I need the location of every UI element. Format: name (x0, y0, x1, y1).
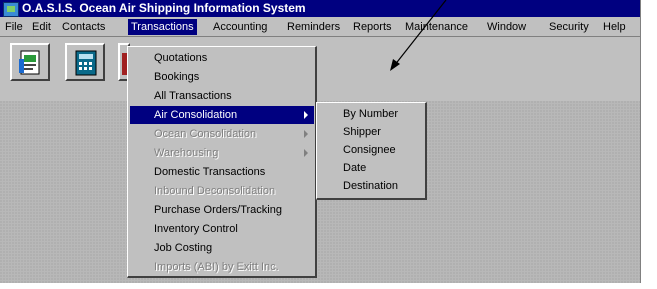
submenu-arrow-icon (304, 149, 308, 157)
menu-item-ocean-consolidation: Ocean Consolidation (130, 125, 314, 143)
menu-item-purchase-orders[interactable]: Purchase Orders/Tracking (130, 201, 314, 219)
air-consolidation-submenu: By Number Shipper Consignee Date Destina… (316, 102, 427, 200)
menu-item-quotations[interactable]: Quotations (130, 49, 314, 67)
menu-item-inbound-deconsolidation: Inbound Deconsolidation (154, 185, 276, 197)
menu-bar: File Edit Contacts Transactions Accounti… (0, 18, 640, 37)
transactions-menu: Quotations Bookings All Transactions Air… (127, 46, 317, 278)
menu-help[interactable]: Help (600, 19, 629, 35)
menu-maintenance[interactable]: Maintenance (402, 19, 471, 35)
submenu-arrow-icon (304, 130, 308, 138)
menu-item-air-consolidation[interactable]: Air Consolidation (130, 106, 314, 124)
submenu-item-by-number[interactable]: By Number (319, 105, 424, 123)
submenu-item-consignee[interactable]: Consignee (319, 141, 424, 159)
menu-item-warehousing: Warehousing (130, 144, 314, 162)
menu-item-domestic-transactions[interactable]: Domestic Transactions (130, 163, 314, 181)
submenu-arrow-icon (304, 111, 308, 119)
app-icon[interactable] (3, 2, 19, 17)
window-title: O.A.S.I.S. Ocean Air Shipping Informatio… (22, 1, 306, 15)
menu-file[interactable]: File (2, 19, 26, 35)
toolbar (0, 37, 640, 101)
menu-security[interactable]: Security (546, 19, 592, 35)
menu-item-imports-abi: Imports (ABI) by Exitt Inc. (154, 261, 279, 273)
menu-accounting[interactable]: Accounting (210, 19, 270, 35)
document-icon (19, 50, 40, 75)
submenu-item-shipper[interactable]: Shipper (319, 123, 424, 141)
title-bar[interactable]: O.A.S.I.S. Ocean Air Shipping Informatio… (0, 0, 640, 17)
document-button[interactable] (10, 43, 50, 81)
menu-reports[interactable]: Reports (350, 19, 395, 35)
menu-reminders[interactable]: Reminders (284, 19, 343, 35)
menu-transactions[interactable]: Transactions (128, 19, 197, 35)
calculator-icon (75, 50, 97, 76)
menu-item-all-transactions[interactable]: All Transactions (130, 87, 314, 105)
menu-item-bookings[interactable]: Bookings (130, 68, 314, 86)
menu-item-job-costing[interactable]: Job Costing (130, 239, 314, 257)
menu-window[interactable]: Window (484, 19, 529, 35)
menu-contacts[interactable]: Contacts (59, 19, 108, 35)
calculator-button[interactable] (65, 43, 105, 81)
menu-item-inventory-control[interactable]: Inventory Control (130, 220, 314, 238)
menu-edit[interactable]: Edit (29, 19, 54, 35)
submenu-item-destination[interactable]: Destination (319, 177, 424, 195)
submenu-item-date[interactable]: Date (319, 159, 424, 177)
